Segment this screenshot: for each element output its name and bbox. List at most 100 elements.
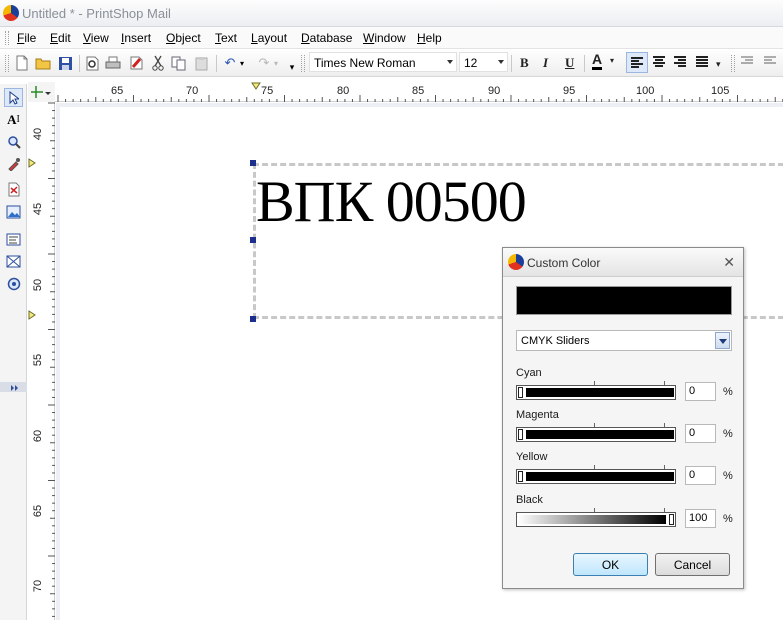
- magenta-slider-thumb[interactable]: [518, 429, 523, 440]
- horizontal-ruler[interactable]: 65 70 75 80 85 90 95 100 105: [55, 82, 783, 102]
- text-tool-icon[interactable]: AI: [4, 110, 23, 129]
- italic-button[interactable]: I: [543, 55, 548, 71]
- indent-right-icon[interactable]: [764, 56, 776, 67]
- ruler-label: 75: [261, 85, 274, 97]
- text-color-dropdown-icon[interactable]: ▾: [610, 56, 614, 65]
- yellow-label: Yellow: [516, 451, 548, 463]
- slider-fill: [526, 472, 674, 481]
- black-slider-thumb[interactable]: [669, 514, 674, 525]
- menu-window[interactable]: Window: [363, 31, 406, 45]
- magenta-slider[interactable]: [516, 427, 676, 442]
- copy-icon[interactable]: [170, 54, 188, 72]
- align-left-button[interactable]: [626, 52, 648, 73]
- text-color-button[interactable]: A: [592, 52, 603, 70]
- magenta-value-input[interactable]: 0: [685, 424, 716, 443]
- bold-button[interactable]: B: [520, 55, 529, 71]
- resize-handle[interactable]: [250, 160, 256, 166]
- black-value-input[interactable]: 100: [685, 509, 716, 528]
- menu-layout[interactable]: Layout: [251, 31, 287, 45]
- menu-grip[interactable]: [5, 31, 9, 45]
- align-justify-button[interactable]: [696, 56, 708, 67]
- indent-marker-icon[interactable]: [251, 82, 261, 90]
- tool-panel: AI: [0, 84, 27, 620]
- ruler-label: 55: [32, 353, 45, 367]
- frame-top-marker-icon[interactable]: [28, 158, 36, 168]
- undo-icon[interactable]: ↶: [221, 54, 239, 72]
- cyan-value-input[interactable]: 0: [685, 382, 716, 401]
- frame-text-content[interactable]: ВПК 00500: [256, 168, 527, 235]
- font-size-combo[interactable]: 12: [459, 52, 508, 72]
- toolbar-separator: [584, 55, 585, 72]
- underline-button[interactable]: U: [565, 55, 574, 71]
- toolbar-separator: [216, 55, 217, 72]
- paste-icon[interactable]: [192, 54, 210, 72]
- cyan-slider-thumb[interactable]: [518, 387, 523, 398]
- cancel-button[interactable]: Cancel: [655, 553, 730, 576]
- color-mode-value: CMYK Sliders: [521, 335, 590, 347]
- align-right-button[interactable]: [674, 56, 686, 67]
- menu-file[interactable]: File: [17, 31, 36, 45]
- yellow-value-input[interactable]: 0: [685, 466, 716, 485]
- panel-collapse-button[interactable]: [0, 382, 27, 392]
- slider-fill: [526, 430, 674, 439]
- toolbar-grip[interactable]: [301, 55, 305, 72]
- color-mode-select[interactable]: CMYK Sliders: [516, 330, 732, 351]
- yellow-slider-thumb[interactable]: [518, 471, 523, 482]
- output-pdf-icon[interactable]: [128, 54, 146, 72]
- redo-dropdown-icon[interactable]: ▾: [272, 54, 280, 72]
- text-frame-tool-icon[interactable]: [4, 230, 23, 249]
- black-slider[interactable]: [516, 512, 676, 527]
- ok-button[interactable]: OK: [573, 553, 648, 576]
- ruler-label: 90: [488, 85, 501, 97]
- barcode-tool-icon[interactable]: [4, 274, 23, 293]
- vertical-ruler[interactable]: 40 45 50 55 60 65 70: [28, 102, 55, 620]
- zoom-tool-icon[interactable]: [4, 132, 23, 151]
- resize-handle[interactable]: [250, 316, 256, 322]
- toolbar-grip[interactable]: [731, 55, 735, 72]
- yellow-unit: %: [723, 470, 733, 482]
- menu-database[interactable]: Database: [301, 31, 352, 45]
- toolbar-overflow-icon[interactable]: ▾: [716, 59, 721, 70]
- ruler-label: 80: [337, 85, 350, 97]
- font-name-combo[interactable]: Times New Roman: [309, 52, 457, 72]
- menu-text[interactable]: Text: [215, 31, 237, 45]
- indent-left-icon[interactable]: [741, 56, 753, 67]
- ruler-label: 60: [32, 429, 45, 443]
- menu-view[interactable]: View: [83, 31, 109, 45]
- new-document-icon[interactable]: [13, 54, 31, 72]
- resize-handle[interactable]: [250, 237, 256, 243]
- ruler-label: 85: [412, 85, 425, 97]
- magenta-label: Magenta: [516, 409, 559, 421]
- toolbar-grip[interactable]: [5, 55, 9, 72]
- ruler-origin[interactable]: [28, 82, 55, 102]
- toolbar-separator: [79, 55, 80, 72]
- ruler-label: 65: [32, 504, 45, 518]
- open-folder-icon[interactable]: [34, 54, 52, 72]
- print-preview-icon[interactable]: [83, 54, 101, 72]
- cut-icon[interactable]: [149, 54, 167, 72]
- yellow-slider[interactable]: [516, 469, 676, 484]
- close-icon[interactable]: ✕: [723, 254, 735, 271]
- image-tool-icon[interactable]: [4, 202, 23, 221]
- menu-edit[interactable]: Edit: [50, 31, 71, 45]
- cyan-slider[interactable]: [516, 385, 676, 400]
- menu-object[interactable]: Object: [166, 31, 201, 45]
- redo-icon[interactable]: ↷: [255, 54, 273, 72]
- dialog-title-bar[interactable]: Custom Color ✕: [503, 248, 743, 277]
- custom-color-dialog: Custom Color ✕ CMYK Sliders Cyan 0 % Mag…: [502, 247, 744, 589]
- print-icon[interactable]: [104, 54, 122, 72]
- frame-bottom-marker-icon[interactable]: [28, 310, 36, 320]
- menu-insert[interactable]: Insert: [121, 31, 151, 45]
- toolbar-overflow-icon[interactable]: ▾: [287, 58, 297, 76]
- menu-help[interactable]: Help: [417, 31, 442, 45]
- ruler-label: 105: [711, 85, 730, 97]
- save-icon[interactable]: [56, 54, 74, 72]
- frame-tool-icon[interactable]: [4, 252, 23, 271]
- pdf-object-tool-icon[interactable]: [4, 180, 23, 199]
- color-picker-tool-icon[interactable]: [4, 154, 23, 173]
- pointer-tool-icon[interactable]: [4, 88, 23, 107]
- magenta-unit: %: [723, 428, 733, 440]
- align-center-button[interactable]: [653, 56, 665, 67]
- chevron-down-icon[interactable]: [715, 332, 730, 349]
- undo-dropdown-icon[interactable]: ▾: [238, 54, 246, 72]
